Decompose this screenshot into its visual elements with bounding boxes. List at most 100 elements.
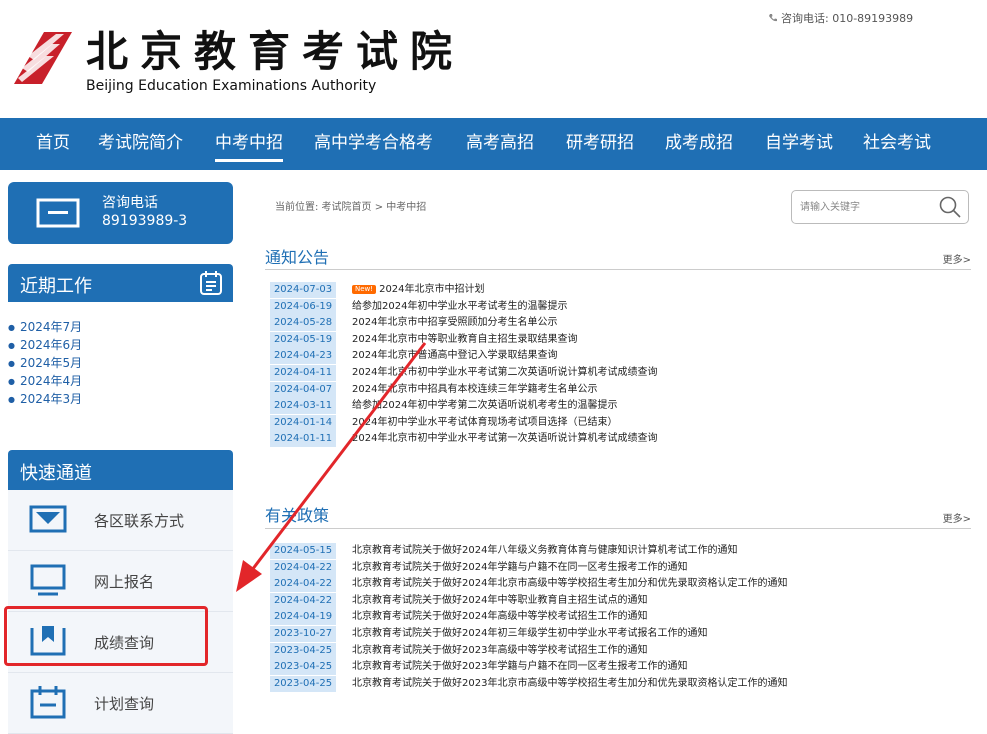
notices-more-link[interactable]: 更多> <box>943 251 971 266</box>
recent-item-2024-07[interactable]: 2024年7月 <box>8 318 82 336</box>
item-title: 2024年北京市中招享受照顾加分考生名单公示 <box>352 317 558 329</box>
quick-item-label: 成绩查询 <box>94 634 155 652</box>
quick-item-score-query[interactable]: 成绩查询 <box>8 612 233 673</box>
item-title: 北京教育考试院关于做好2023年学籍与户籍不在同一区考生报考工作的通知 <box>352 661 688 673</box>
item-date: 2024-03-11 <box>270 398 336 415</box>
list-item[interactable]: 2024-04-19 北京教育考试院关于做好2024年高级中等学校考试招生工作的通… <box>270 609 787 626</box>
quick-item-registration[interactable]: 网上报名 <box>8 551 233 612</box>
item-title: 北京教育考试院关于做好2024年学籍与户籍不在同一区考生报考工作的通知 <box>352 561 688 573</box>
item-date: 2024-01-14 <box>270 414 336 431</box>
item-date: 2023-04-25 <box>270 659 336 676</box>
item-date: 2024-04-22 <box>270 576 336 593</box>
item-date: 2024-04-22 <box>270 592 336 609</box>
consult-number: 89193989-3 <box>102 213 188 229</box>
list-item[interactable]: 2024-03-11 给参加2024年初中学考第二次英语听说机考考生的温馨提示 <box>270 398 657 415</box>
consult-title: 咨询电话 <box>102 195 158 211</box>
item-title: 2024年北京市初中学业水平考试第一次英语听说计算机考试成绩查询 <box>352 433 658 445</box>
list-item[interactable]: 2024-04-23 2024年北京市普通高中登记入学录取结果查询 <box>270 348 657 365</box>
item-date: 2024-07-03 <box>270 282 336 298</box>
quick-item-plan-query[interactable]: 计划查询 <box>8 673 233 734</box>
item-date: 2024-05-19 <box>270 331 336 348</box>
list-item[interactable]: 2024-01-14 2024年初中学业水平考试体育现场考试项目选择（已结束） <box>270 414 657 431</box>
list-item[interactable]: 2024-07-03 New! 2024年北京市中招计划 <box>270 282 657 298</box>
policies-list: 2024-05-15 北京教育考试院关于做好2024年八年级义务教育体育与健康知识… <box>270 543 787 692</box>
recent-item-2024-06[interactable]: 2024年6月 <box>8 336 82 354</box>
list-item[interactable]: 2024-04-22 北京教育考试院关于做好2024年北京市高级中等学校招生考生加… <box>270 576 787 593</box>
item-date: 2023-04-25 <box>270 642 336 659</box>
search-icon[interactable] <box>938 195 962 219</box>
list-item[interactable]: 2023-10-27 北京教育考试院关于做好2024年初三年级学生初中学业水平考试… <box>270 625 787 642</box>
nav-zhongkao[interactable]: 中考中招 <box>215 118 283 170</box>
nav-shehui[interactable]: 社会考试 <box>863 118 931 170</box>
policies-more-link[interactable]: 更多> <box>943 510 971 525</box>
list-item[interactable]: 2024-04-11 2024年北京市初中学业水平考试第二次英语听说计算机考试成绩… <box>270 364 658 381</box>
phone-icon <box>769 14 777 22</box>
item-date: 2024-04-07 <box>270 381 336 398</box>
list-item[interactable]: 2024-06-19 给参加2024年初中学业水平考试考生的温馨提示 <box>270 298 657 315</box>
quick-item-label: 网上报名 <box>94 573 155 591</box>
nav-chengkao[interactable]: 成考成招 <box>665 118 733 170</box>
list-item[interactable]: 2024-05-15 北京教育考试院关于做好2024年八年级义务教育体育与健康知识… <box>270 543 787 559</box>
list-item[interactable]: 2023-04-25 北京教育考试院关于做好2023年北京市高级中等学校招生考生加… <box>270 675 788 692</box>
item-date: 2024-04-23 <box>270 348 336 365</box>
quick-item-contacts[interactable]: 各区联系方式 <box>8 490 233 551</box>
logo-title-en: Beijing Education Examinations Authority <box>86 78 377 94</box>
search-box <box>791 190 969 224</box>
notices-title: 通知公告 <box>265 248 330 267</box>
logo-icon[interactable] <box>8 28 78 88</box>
nav-xuekao[interactable]: 高中学考合格考 <box>314 118 433 170</box>
item-title: 北京教育考试院关于做好2024年八年级义务教育体育与健康知识计算机考试工作的通知 <box>352 545 738 556</box>
search-input[interactable] <box>798 197 932 217</box>
header-phone: 咨询电话: 010-89193989 <box>768 10 913 26</box>
policies-title: 有关政策 <box>265 506 330 525</box>
quick-item-label: 各区联系方式 <box>94 512 185 530</box>
item-title: 2024年北京市普通高中登记入学录取结果查询 <box>352 350 558 362</box>
item-date: 2024-01-11 <box>270 431 336 448</box>
main-nav: 首页 考试院简介 中考中招 高中学考合格考 高考高招 研考研招 成考成招 自学考… <box>0 118 987 170</box>
quick-access-header: 快速通道 <box>8 450 233 490</box>
recent-item-2024-04[interactable]: 2024年4月 <box>8 372 82 390</box>
list-item[interactable]: 2023-04-25 北京教育考试院关于做好2023年学籍与户籍不在同一区考生报考… <box>270 659 787 676</box>
screen-icon <box>36 198 80 228</box>
item-date: 2023-04-25 <box>270 675 336 692</box>
list-item[interactable]: 2024-04-07 2024年北京市中招具有本校连续三年学籍考生名单公示 <box>270 381 657 398</box>
nav-about[interactable]: 考试院简介 <box>98 118 183 170</box>
recent-work-list: 2024年7月 2024年6月 2024年5月 2024年4月 2024年3月 <box>8 318 82 408</box>
item-title: 北京教育考试院关于做好2024年初三年级学生初中学业水平考试报名工作的通知 <box>352 627 708 639</box>
item-date: 2024-04-22 <box>270 559 336 576</box>
item-title: 给参加2024年初中学考第二次英语听说机考考生的温馨提示 <box>352 400 618 412</box>
nav-yankao[interactable]: 研考研招 <box>566 118 634 170</box>
item-title: 给参加2024年初中学业水平考试考生的温馨提示 <box>352 300 568 312</box>
item-title: 北京教育考试院关于做好2024年中等职业教育自主招生试点的通知 <box>352 594 648 606</box>
quick-access-title: 快速通道 <box>20 463 92 484</box>
list-item[interactable]: 2024-01-11 2024年北京市初中学业水平考试第一次英语听说计算机考试成绩… <box>270 431 658 448</box>
list-item[interactable]: 2024-04-22 北京教育考试院关于做好2024年学籍与户籍不在同一区考生报考… <box>270 559 787 576</box>
logo-title-cn[interactable]: 北京教育考试院 <box>86 18 464 79</box>
bookmark-icon <box>30 626 66 656</box>
recent-work-header: 近期工作 <box>8 264 233 302</box>
item-title: 2024年北京市中招计划 <box>379 284 485 295</box>
item-date: 2024-04-11 <box>270 364 336 381</box>
list-item[interactable]: 2024-04-22 北京教育考试院关于做好2024年中等职业教育自主招生试点的通… <box>270 592 787 609</box>
recent-item-2024-03[interactable]: 2024年3月 <box>8 390 82 408</box>
item-date: 2024-05-15 <box>270 543 336 559</box>
list-item[interactable]: 2023-04-25 北京教育考试院关于做好2023年高级中等学校考试招生工作的通… <box>270 642 787 659</box>
nav-zixue[interactable]: 自学考试 <box>765 118 833 170</box>
item-title: 2024年北京市初中学业水平考试第二次英语听说计算机考试成绩查询 <box>352 366 658 378</box>
list-item[interactable]: 2024-05-19 2024年北京市中等职业教育自主招生录取结果查询 <box>270 331 657 348</box>
nav-home[interactable]: 首页 <box>36 118 70 170</box>
item-title: 2024年北京市中等职业教育自主招生录取结果查询 <box>352 333 578 345</box>
nav-gaokao[interactable]: 高考高招 <box>466 118 534 170</box>
recent-item-2024-05[interactable]: 2024年5月 <box>8 354 82 372</box>
new-badge: New! <box>352 285 377 294</box>
item-title: 北京教育考试院关于做好2023年高级中等学校考试招生工作的通知 <box>352 644 648 656</box>
consult-box: 咨询电话 89193989-3 <box>8 182 233 244</box>
item-title: 北京教育考试院关于做好2024年高级中等学校考试招生工作的通知 <box>352 611 648 623</box>
calendar-icon <box>30 686 66 719</box>
item-date: 2024-04-19 <box>270 609 336 626</box>
calendar-list-icon <box>200 271 222 295</box>
monitor-icon <box>30 564 66 596</box>
item-title: 北京教育考试院关于做好2023年北京市高级中等学校招生考生加分和优先录取资格认定… <box>352 677 788 689</box>
list-item[interactable]: 2024-05-28 2024年北京市中招享受照顾加分考生名单公示 <box>270 315 657 332</box>
item-date: 2024-05-28 <box>270 315 336 332</box>
